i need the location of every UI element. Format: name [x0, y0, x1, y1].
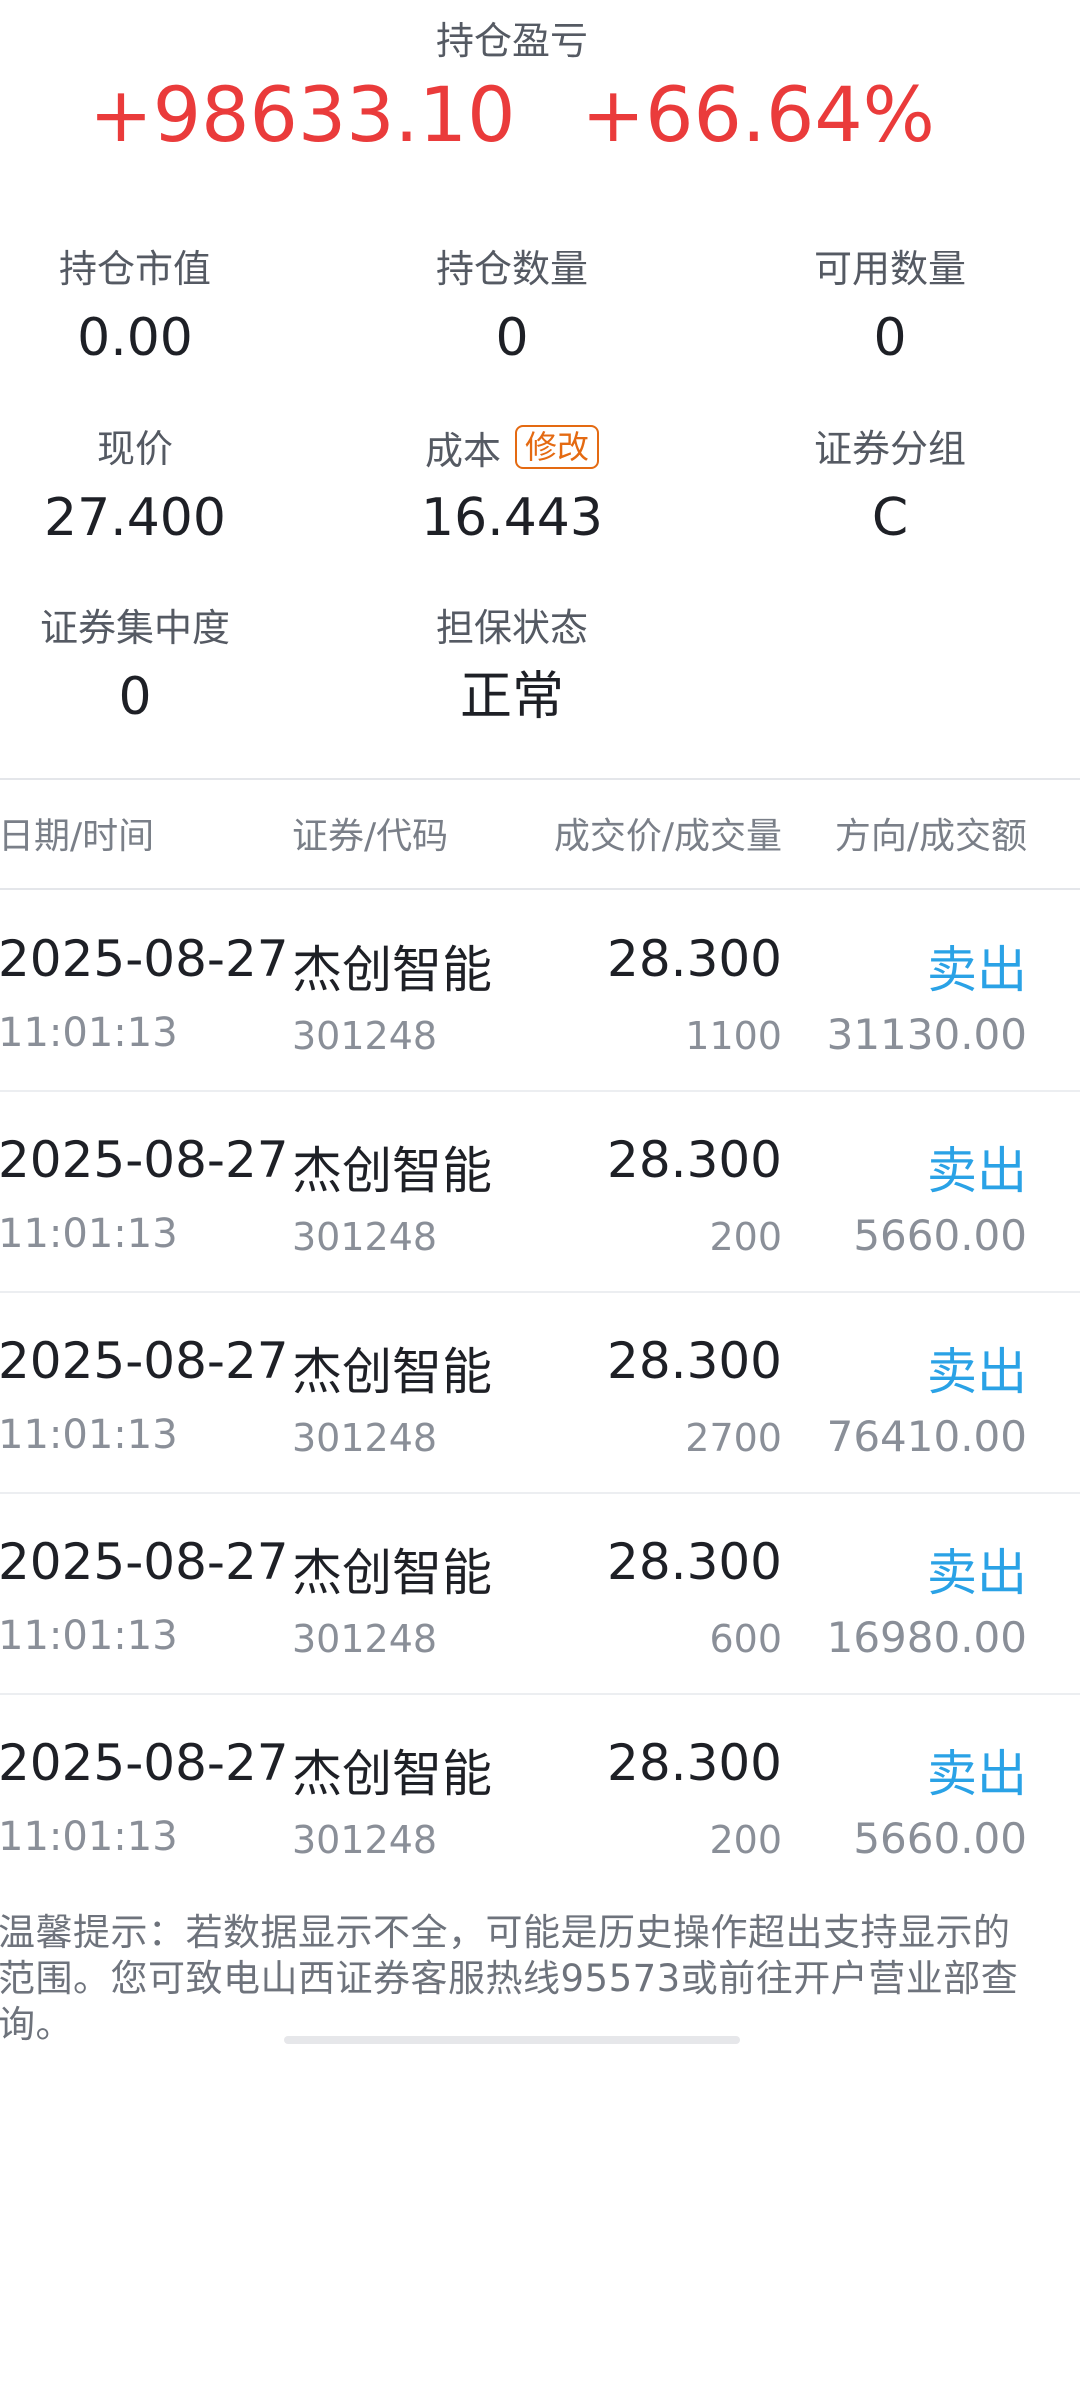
trade-volume: 200 — [709, 1215, 782, 1259]
header-date-time: 日期/时间 — [0, 816, 155, 857]
trade-price: 28.300 — [607, 1332, 782, 1390]
table-row[interactable]: 2025-08-27 杰创智能 28.300 卖出 11:01:13 30124… — [0, 1294, 1080, 1494]
stat-value: 0 — [118, 667, 152, 727]
stat-market-value: 持仓市值 0.00 — [0, 245, 285, 369]
stat-security-group: 证券分组 C — [740, 425, 1040, 549]
stat-value: 16.443 — [421, 488, 603, 548]
trade-time: 11:01:13 — [0, 1613, 178, 1659]
trade-direction: 卖出 — [927, 941, 1027, 999]
trade-price: 28.300 — [607, 1131, 782, 1189]
security-name: 杰创智能 — [292, 1142, 492, 1200]
disclaimer-text: 温馨提示：若数据显示不全，可能是历史操作超出支持显示的范围。您可致电山西证券客服… — [0, 1911, 1019, 2046]
row-divider — [0, 1291, 1080, 1293]
stat-label: 现价 — [96, 427, 173, 471]
row-divider — [0, 1492, 1080, 1494]
trade-time: 11:01:13 — [0, 1412, 178, 1458]
stat-value: 正常 — [459, 667, 564, 727]
trade-amount: 5660.00 — [853, 1211, 1027, 1260]
trade-amount: 16980.00 — [826, 1613, 1027, 1662]
trade-date: 2025-08-27 — [0, 930, 289, 988]
stat-label: 成本 — [424, 429, 501, 473]
trade-volume: 600 — [709, 1617, 782, 1661]
trade-time: 11:01:13 — [0, 1211, 178, 1257]
divider — [0, 888, 1080, 890]
trade-date: 2025-08-27 — [0, 1332, 289, 1390]
trade-direction: 卖出 — [927, 1142, 1027, 1200]
trade-direction: 卖出 — [927, 1343, 1027, 1401]
stat-label: 证券分组 — [813, 427, 966, 471]
trade-date: 2025-08-27 — [0, 1734, 289, 1792]
stat-label: 担保状态 — [435, 606, 588, 650]
stat-position-qty: 持仓数量 0 — [362, 245, 662, 369]
trade-volume: 1100 — [685, 1014, 782, 1058]
trade-volume: 2700 — [685, 1416, 782, 1460]
trade-time: 11:01:13 — [0, 1010, 178, 1056]
pl-title: 持仓盈亏 — [435, 19, 588, 63]
stat-value: 0 — [495, 308, 529, 368]
header-security-code: 证券/代码 — [292, 816, 449, 857]
trade-price: 28.300 — [607, 930, 782, 988]
security-code: 301248 — [292, 1215, 438, 1259]
security-name: 杰创智能 — [292, 1745, 492, 1803]
trade-date: 2025-08-27 — [0, 1131, 289, 1189]
row-divider — [0, 1090, 1080, 1092]
trade-amount: 31130.00 — [826, 1010, 1027, 1059]
table-row[interactable]: 2025-08-27 杰创智能 28.300 卖出 11:01:13 30124… — [0, 1696, 1080, 1896]
pl-summary: +98633.10 +66.64% — [0, 70, 1024, 159]
scroll-indicator — [284, 2036, 740, 2044]
trade-price: 28.300 — [607, 1533, 782, 1591]
security-code: 301248 — [292, 1416, 438, 1460]
stat-value: 0.00 — [77, 308, 193, 368]
stat-available-qty: 可用数量 0 — [740, 245, 1040, 369]
header-price-volume: 成交价/成交量 — [553, 816, 782, 857]
stat-value: C — [871, 488, 909, 548]
security-name: 杰创智能 — [292, 1343, 492, 1401]
table-row[interactable]: 2025-08-27 杰创智能 28.300 卖出 11:01:13 30124… — [0, 892, 1080, 1092]
trade-volume: 200 — [709, 1818, 782, 1862]
pl-percent: +66.64% — [581, 70, 935, 159]
header-direction-amount: 方向/成交额 — [834, 816, 1027, 857]
edit-cost-button[interactable]: 修改 — [515, 425, 600, 469]
trade-direction: 卖出 — [927, 1544, 1027, 1602]
trade-price: 28.300 — [607, 1734, 782, 1792]
stat-concentration: 证券集中度 0 — [0, 604, 285, 728]
stat-collateral-status: 担保状态 正常 — [362, 604, 662, 728]
stat-label: 持仓市值 — [58, 247, 211, 291]
trade-amount: 76410.00 — [826, 1412, 1027, 1461]
stat-value: 27.400 — [44, 488, 226, 548]
trade-time: 11:01:13 — [0, 1814, 178, 1860]
stat-current-price: 现价 27.400 — [0, 425, 285, 549]
trade-amount: 5660.00 — [853, 1814, 1027, 1863]
table-row[interactable]: 2025-08-27 杰创智能 28.300 卖出 11:01:13 30124… — [0, 1093, 1080, 1293]
stat-label: 证券集中度 — [39, 606, 230, 650]
pl-amount: +98633.10 — [89, 70, 516, 159]
stat-label: 可用数量 — [813, 247, 966, 291]
security-code: 301248 — [292, 1617, 438, 1661]
divider — [0, 778, 1080, 780]
stat-label: 持仓数量 — [435, 247, 588, 291]
table-row[interactable]: 2025-08-27 杰创智能 28.300 卖出 11:01:13 30124… — [0, 1495, 1080, 1695]
security-name: 杰创智能 — [292, 1544, 492, 1602]
trade-direction: 卖出 — [927, 1745, 1027, 1803]
row-divider — [0, 1693, 1080, 1695]
stat-cost: 成本 修改 16.443 — [362, 425, 662, 549]
security-code: 301248 — [292, 1014, 438, 1058]
security-name: 杰创智能 — [292, 941, 492, 999]
trade-date: 2025-08-27 — [0, 1533, 289, 1591]
stat-value: 0 — [873, 308, 907, 368]
security-code: 301248 — [292, 1818, 438, 1862]
